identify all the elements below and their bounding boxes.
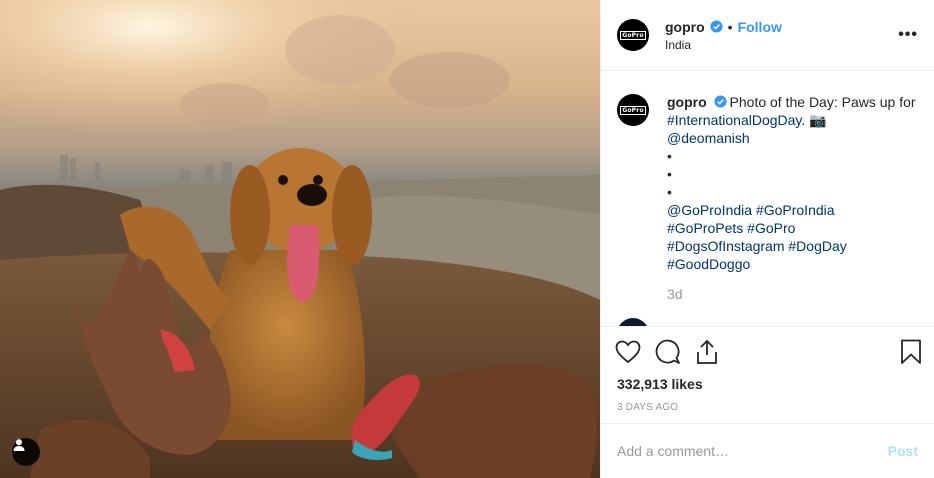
avatar[interactable]: GoPro [617,19,649,51]
post-date[interactable]: 3 DAYS AGO [615,402,922,413]
header-meta: gopro • Follow India [665,19,782,52]
caption-dot: • [667,148,672,165]
add-comment-bar: Post [601,422,934,478]
user-tag-icon [13,439,25,451]
verified-badge-icon [714,95,727,108]
likes-count[interactable]: 332,913 likes [615,376,922,392]
hashtag-link[interactable]: #InternationalDogDay. [667,112,805,128]
separator-dot: • [727,18,733,35]
caption-timestamp[interactable]: 3d [667,285,918,303]
bookmark-icon[interactable] [900,339,922,365]
mention-link[interactable]: @GoProIndia [667,202,752,218]
commenter-avatar[interactable] [617,318,649,326]
caption-dot: • [667,184,672,201]
header-userline: gopro • Follow [665,19,782,35]
gopro-logo: GoPro [620,105,646,115]
instagram-post: GoPro gopro • Follow India ••• GoPro gop… [0,0,934,478]
post-header: GoPro gopro • Follow India ••• [601,0,934,72]
username-link[interactable]: gopro [665,19,705,35]
action-icons [615,337,922,367]
post-comment-button[interactable]: Post [888,443,918,459]
verified-badge-icon [710,20,723,33]
hashtag-link[interactable]: #GoodDoggo [667,256,750,272]
location-link[interactable]: India [665,38,782,52]
mention-link[interactable]: @deomanish [667,130,750,146]
post-actions: 332,913 likes 3 DAYS AGO [601,325,934,413]
more-options-button[interactable]: ••• [898,26,918,44]
comments-section[interactable]: GoPro gopro Photo of the Day: Paws up fo… [601,71,934,326]
hashtag-link[interactable]: #GoPro [747,220,795,236]
share-icon[interactable] [695,339,719,365]
caption-body: Photo of the Day: Paws up for [729,94,916,111]
hashtag-link[interactable]: #DogDay [788,238,846,254]
follow-button[interactable]: Follow [738,19,782,35]
post-side-panel: GoPro gopro • Follow India ••• GoPro gop… [600,0,934,478]
caption-avatar[interactable]: GoPro [617,94,649,127]
camera-emoji: 📷 [809,112,827,129]
caption-dot: • [667,166,672,183]
gopro-logo: GoPro [620,30,646,40]
caption-comment: GoPro gopro Photo of the Day: Paws up fo… [617,93,918,303]
user-tag-button[interactable] [12,438,40,466]
heart-icon[interactable] [615,340,641,364]
caption-username[interactable]: gopro [667,94,707,110]
comment-icon[interactable] [655,339,681,365]
hashtag-link[interactable]: #DogsOfInstagram [667,238,785,254]
comment-input[interactable] [617,442,888,459]
photo-illustration [0,0,600,478]
comment-item: yeti [617,318,691,326]
hashtag-link[interactable]: #GoProIndia [756,202,835,218]
post-photo[interactable] [0,0,600,478]
hashtag-link[interactable]: #GoProPets [667,220,743,236]
caption-text: gopro Photo of the Day: Paws up for #Int… [667,93,918,303]
